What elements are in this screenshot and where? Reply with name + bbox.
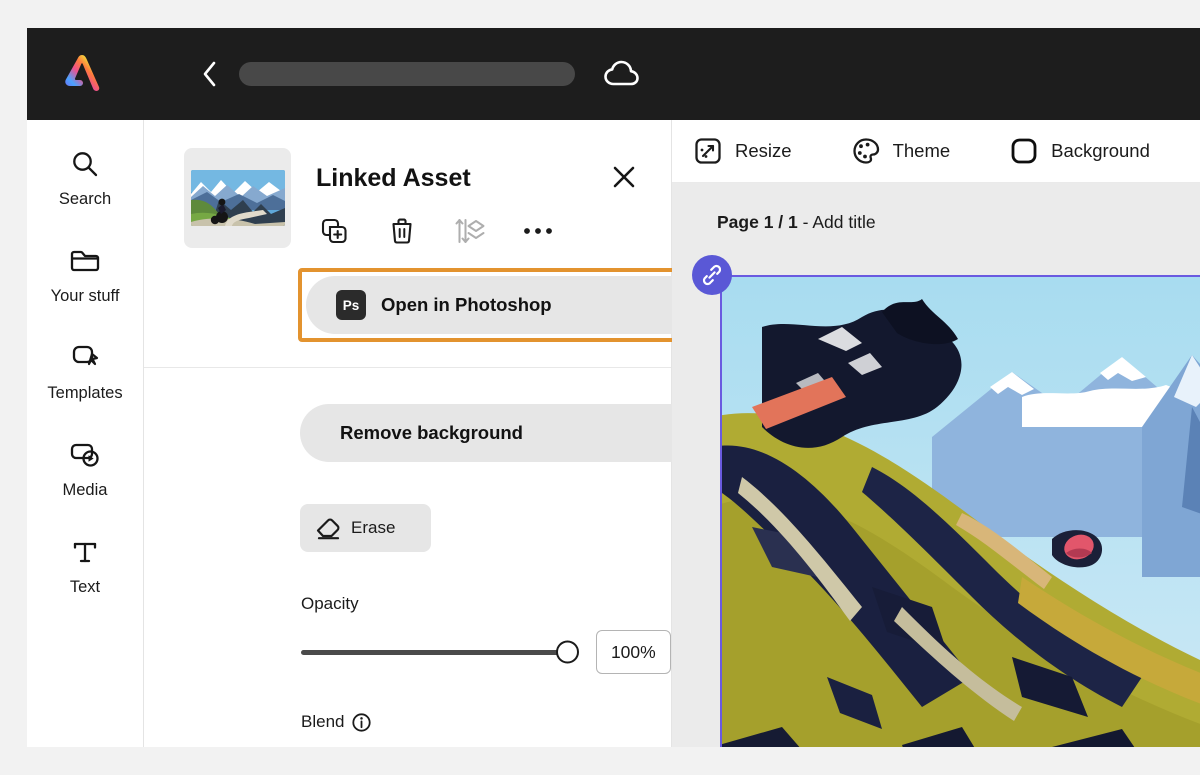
remove-background-label: Remove background xyxy=(340,422,523,443)
more-options-icon xyxy=(524,228,552,234)
artboard[interactable] xyxy=(720,275,1200,747)
search-icon xyxy=(70,146,100,182)
page-counter: Page 1 / 1 xyxy=(717,212,798,232)
duplicate-icon xyxy=(321,218,347,244)
eraser-icon xyxy=(314,515,342,541)
opacity-label: Opacity xyxy=(301,594,359,613)
page-title: Linked Asset xyxy=(316,164,471,192)
panel-body: Remove background Erase Opacity 100% Ble… xyxy=(144,368,745,732)
tool-background[interactable]: Background xyxy=(1010,137,1150,165)
app-window: Search Your stuff Templates Media Text L… xyxy=(27,28,1200,747)
photoshop-icon: Ps xyxy=(336,290,366,320)
sidebar-item-media[interactable]: Media xyxy=(35,437,135,500)
close-button[interactable] xyxy=(611,164,637,190)
asset-thumbnail[interactable] xyxy=(184,148,291,248)
left-sidebar: Search Your stuff Templates Media Text xyxy=(27,120,144,747)
duplicate-button[interactable] xyxy=(319,216,349,246)
top-bar xyxy=(27,28,1200,120)
blend-label: Blend xyxy=(301,712,345,731)
canvas-toolbar: Resize Theme Background xyxy=(672,120,1200,183)
arrange-layers-button[interactable] xyxy=(455,216,485,246)
artboard-image xyxy=(722,277,1200,747)
opacity-slider-row: 100% xyxy=(301,630,671,674)
palette-icon xyxy=(852,137,880,165)
sidebar-item-templates[interactable]: Templates xyxy=(35,340,135,403)
opacity-value-input[interactable]: 100% xyxy=(595,630,671,674)
open-in-photoshop-label: Open in Photoshop xyxy=(381,294,552,315)
info-icon[interactable] xyxy=(352,712,372,732)
cloud-icon xyxy=(604,60,639,86)
main-body: Search Your stuff Templates Media Text L… xyxy=(27,120,1200,747)
asset-action-row xyxy=(319,216,553,246)
document-title-input[interactable] xyxy=(239,62,575,86)
panel-header: Linked Asset Ps Open in Photoshop xyxy=(144,120,759,368)
sidebar-item-label: Templates xyxy=(47,384,123,402)
text-icon xyxy=(70,534,100,570)
resize-icon xyxy=(694,137,722,165)
erase-button[interactable]: Erase xyxy=(300,504,431,552)
sidebar-item-label: Search xyxy=(58,190,112,208)
folder-icon xyxy=(69,243,101,279)
tool-label: Resize xyxy=(735,140,792,161)
tool-resize[interactable]: Resize xyxy=(694,137,792,165)
blend-row: Blend xyxy=(301,712,671,732)
back-button[interactable] xyxy=(193,57,227,91)
cloud-sync-button[interactable] xyxy=(603,59,641,89)
close-icon xyxy=(613,166,635,188)
tool-theme[interactable]: Theme xyxy=(852,137,951,165)
media-icon xyxy=(68,437,102,473)
sidebar-item-your-stuff[interactable]: Your stuff xyxy=(35,243,135,306)
linked-asset-badge[interactable] xyxy=(692,255,732,295)
adobe-express-logo xyxy=(65,55,100,91)
delete-button[interactable] xyxy=(387,216,417,246)
erase-label: Erase xyxy=(351,518,396,537)
more-options-button[interactable] xyxy=(523,216,553,246)
sidebar-item-text[interactable]: Text xyxy=(35,534,135,597)
link-icon xyxy=(702,264,722,286)
sidebar-item-label: Your stuff xyxy=(50,287,120,305)
layers-arrange-icon xyxy=(455,219,485,243)
sidebar-item-label: Media xyxy=(62,481,108,499)
chevron-left-icon xyxy=(203,61,216,87)
tool-label: Theme xyxy=(892,140,951,161)
trash-icon xyxy=(392,218,412,244)
logo-container[interactable] xyxy=(27,50,137,98)
page-title-placeholder[interactable]: - Add title xyxy=(798,212,876,232)
templates-icon xyxy=(69,340,101,376)
canvas-stage[interactable]: Page 1 / 1 - Add title xyxy=(672,183,1200,747)
sidebar-item-label: Text xyxy=(69,578,101,596)
page-label: Page 1 / 1 - Add title xyxy=(717,212,1200,233)
background-icon xyxy=(1010,137,1038,165)
thumbnail-image xyxy=(190,170,285,226)
sidebar-item-search[interactable]: Search xyxy=(35,146,135,209)
linked-asset-panel: Linked Asset Ps Open in Photoshop Remove… xyxy=(144,120,759,747)
opacity-slider-handle[interactable] xyxy=(555,640,579,664)
canvas-area: Resize Theme Background Page 1 / 1 - Add… xyxy=(672,120,1200,747)
opacity-slider[interactable] xyxy=(301,640,579,664)
tool-label: Background xyxy=(1051,140,1150,161)
